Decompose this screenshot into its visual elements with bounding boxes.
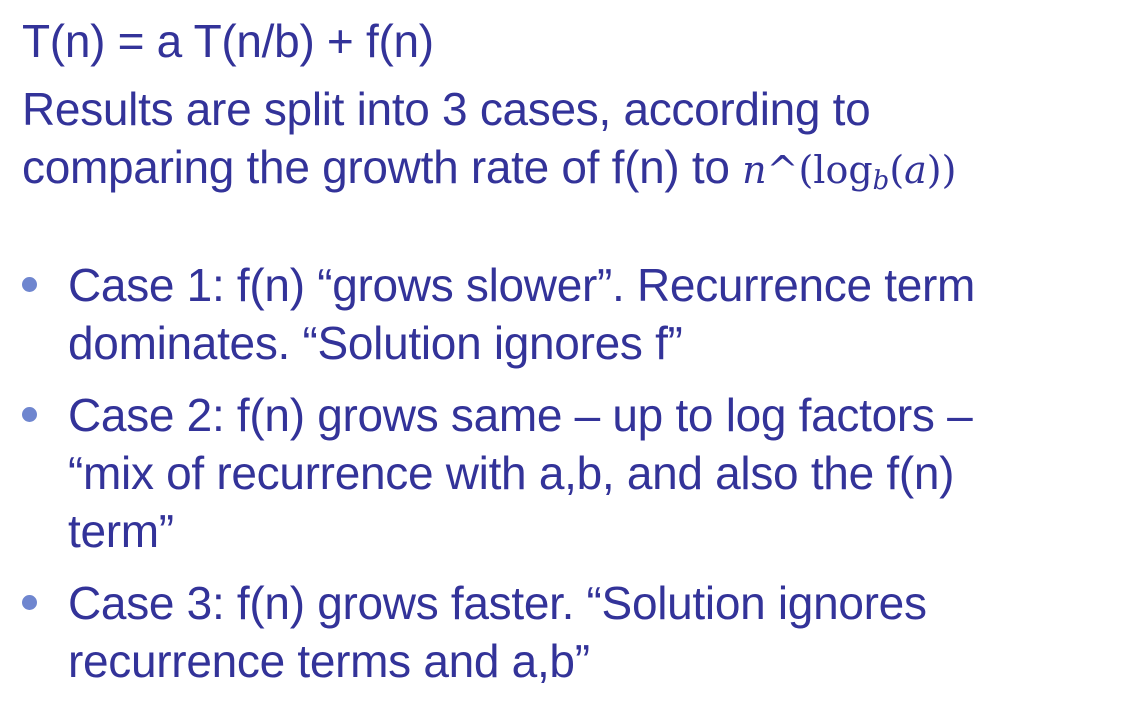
case-2-item: Case 2: f(n) grows same – up to log fact… (22, 386, 1132, 560)
case-1-item: Case 1: f(n) “grows slower”. Recurrence … (22, 256, 1132, 372)
recurrence-formula: T(n) = a T(n/b) + f(n) (22, 15, 434, 67)
bullet-dot-icon (22, 407, 37, 422)
bullet-dot-icon (22, 595, 37, 610)
math-close-parens: )) (926, 148, 957, 192)
bullet-dot-icon (22, 277, 37, 292)
math-open-paren: ( (889, 148, 905, 192)
case-3-item: Case 3: f(n) grows faster. “Solution ign… (22, 574, 1132, 690)
math-arg: a (904, 148, 927, 192)
case-2-line-2: “mix of recurrence with a,b, and also th… (68, 447, 955, 499)
case-list: Case 1: f(n) “grows slower”. Recurrence … (22, 256, 1132, 704)
intro-line-2: comparing the growth rate of f(n) to n^(… (22, 138, 956, 199)
slide: T(n) = a T(n/b) + f(n) Results are split… (0, 0, 1148, 708)
intro-line-1: Results are split into 3 cases, accordin… (22, 83, 871, 135)
case-3-line-1: Case 3: f(n) grows faster. “Solution ign… (68, 577, 927, 629)
case-2-line-3: term” (68, 505, 174, 557)
math-caret-paren: ^( (766, 148, 814, 192)
case-1-line-2: dominates. “Solution ignores f” (68, 317, 683, 369)
math-log-base: b (872, 166, 890, 196)
case-2-line-1: Case 2: f(n) grows same – up to log fact… (68, 389, 973, 441)
case-1-line-1: Case 1: f(n) “grows slower”. Recurrence … (68, 259, 976, 311)
math-log: log (813, 148, 873, 192)
growth-rate-expression: n^(logb(a)) (742, 148, 957, 194)
case-3-line-2: recurrence terms and a,b” (68, 635, 590, 687)
intro-line-2-text: comparing the growth rate of f(n) to (22, 141, 743, 193)
math-n: n (742, 148, 767, 192)
